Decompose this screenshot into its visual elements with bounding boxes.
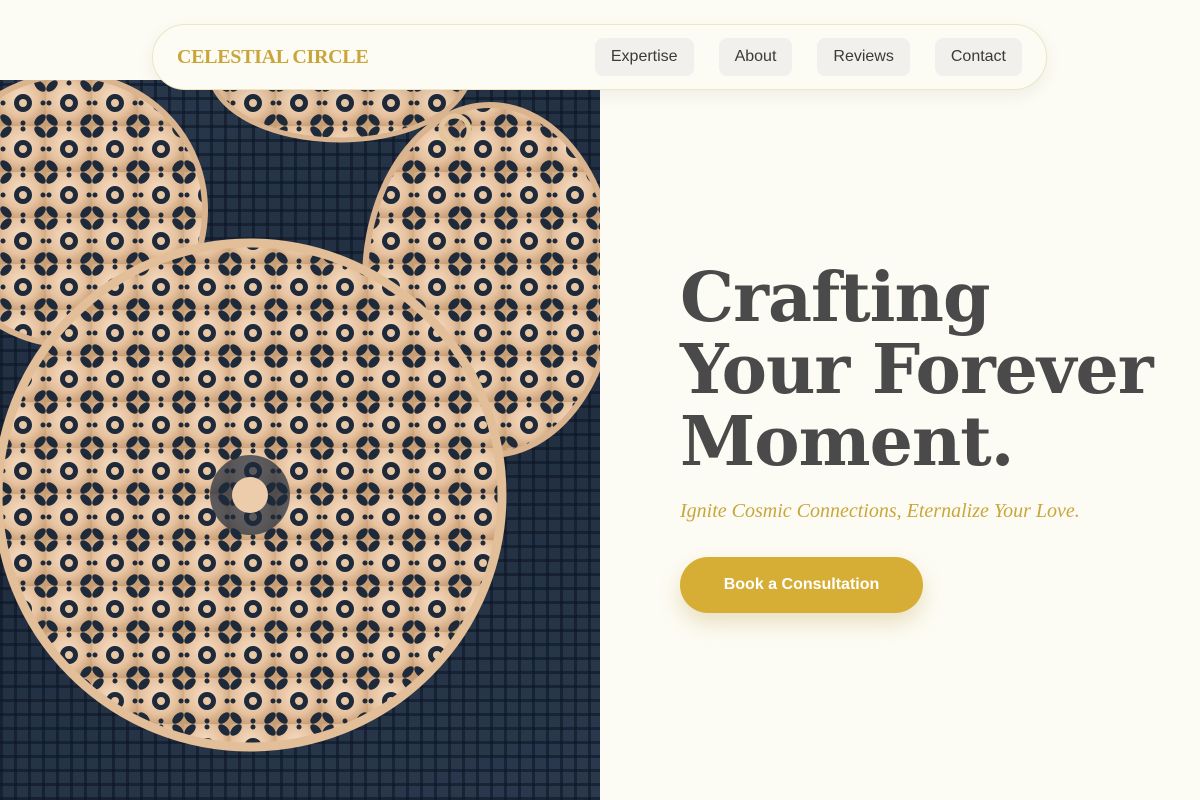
nav-about-button[interactable]: About [718,38,793,76]
hero-title-line: Moment. [680,402,1014,482]
page: CELESTIAL CIRCLE Expertise About Reviews… [0,0,1200,800]
hero-image [0,80,600,800]
hero-title: Crafting Your Forever Moment. [680,262,1180,478]
hero-tagline: Ignite Cosmic Connections, Eternalize Yo… [680,500,1080,522]
filigree-earrings-illustration [0,80,600,752]
nav-links: Expertise About Reviews Contact [594,38,1022,76]
nav-contact-button[interactable]: Contact [934,38,1022,76]
nav-reviews-button[interactable]: Reviews [817,38,910,76]
nav-expertise-button[interactable]: Expertise [594,38,694,76]
navbar: CELESTIAL CIRCLE Expertise About Reviews… [152,24,1047,90]
hero-content: Crafting Your Forever Moment. Ignite Cos… [680,262,1180,613]
hero-title-line: Your Forever [680,330,1154,410]
brand-logo[interactable]: CELESTIAL CIRCLE [177,46,369,69]
hero-title-line: Crafting [680,258,991,338]
book-consultation-button[interactable]: Book a Consultation [680,557,923,613]
